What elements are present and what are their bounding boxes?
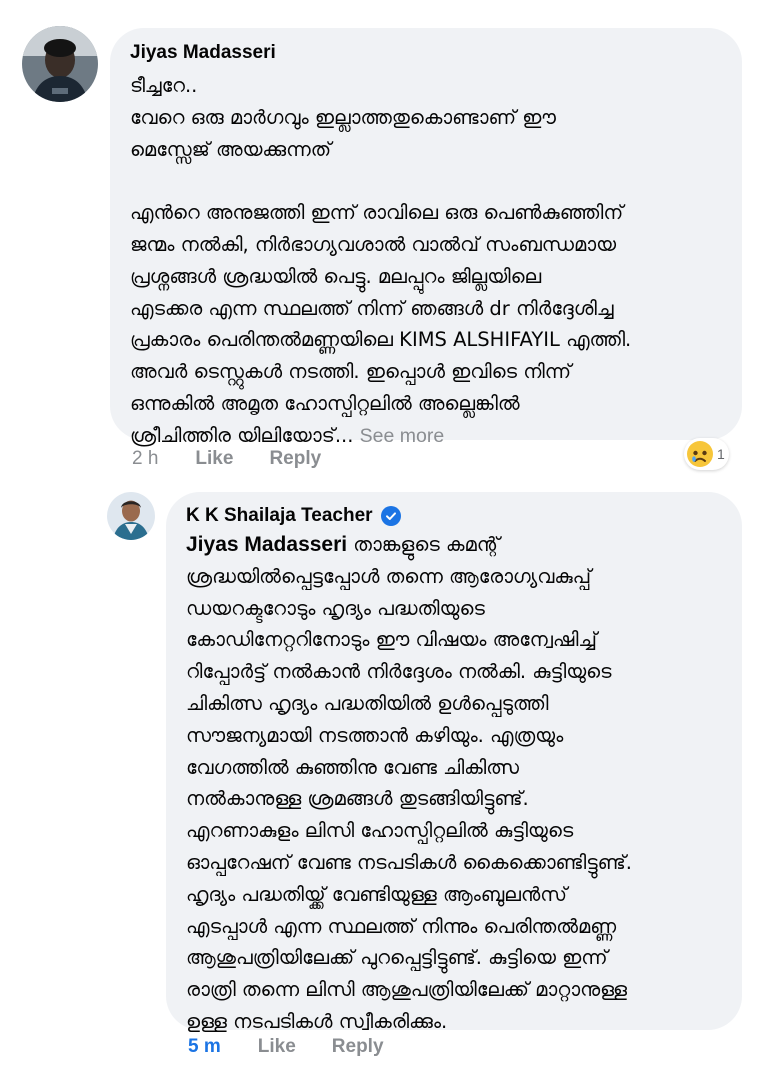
comment-author[interactable]: Jiyas Madasseri bbox=[130, 42, 722, 64]
verified-badge-icon bbox=[380, 506, 401, 526]
avatar-photo-icon bbox=[107, 492, 155, 540]
reaction-badge[interactable]: 1 bbox=[684, 438, 729, 470]
comment-body: ടീച്ചറേ.. വേറെ ഒരു മാർഗവും ഇല്ലാത്തതുകൊണ… bbox=[130, 74, 632, 447]
reply-bubble: K K Shailaja Teacher Jiyas Madasseri താങ… bbox=[166, 492, 742, 1033]
avatar-jiyas[interactable] bbox=[22, 26, 98, 102]
mention-link[interactable]: Jiyas Madasseri bbox=[186, 533, 347, 556]
reply-button[interactable]: Reply bbox=[269, 448, 321, 470]
like-button[interactable]: Like bbox=[258, 1036, 296, 1058]
sad-face-icon bbox=[687, 441, 713, 467]
like-button[interactable]: Like bbox=[195, 448, 233, 470]
avatar-photo-icon bbox=[22, 26, 98, 102]
see-more-link[interactable]: See more bbox=[360, 425, 445, 447]
reply-actions: 5 m Like Reply bbox=[188, 1036, 384, 1058]
reply-body: താങ്കളുടെ കമന്റ് ശ്രദ്ധയിൽപ്പെട്ടപ്പോൾ ത… bbox=[186, 533, 632, 1033]
comment-author-name[interactable]: Jiyas Madasseri bbox=[130, 42, 276, 64]
reply-author[interactable]: K K Shailaja Teacher bbox=[186, 505, 722, 527]
reply-text: Jiyas Madasseri താങ്കളുടെ കമന്റ് ശ്രദ്ധയ… bbox=[186, 529, 722, 1038]
reply-timestamp[interactable]: 5 m bbox=[188, 1036, 221, 1058]
comment-bubble: Jiyas Madasseri ടീച്ചറേ.. വേറെ ഒരു മാർഗവ… bbox=[110, 28, 742, 447]
comment-timestamp[interactable]: 2 h bbox=[132, 448, 158, 470]
reaction-count: 1 bbox=[717, 446, 725, 462]
avatar-shailaja[interactable] bbox=[107, 492, 155, 540]
reply-author-name[interactable]: K K Shailaja Teacher bbox=[186, 505, 373, 527]
comment-text: ടീച്ചറേ.. വേറെ ഒരു മാർഗവും ഇല്ലാത്തതുകൊണ… bbox=[130, 70, 722, 453]
comment-actions: 2 h Like Reply bbox=[132, 448, 321, 470]
reply-button[interactable]: Reply bbox=[332, 1036, 384, 1058]
